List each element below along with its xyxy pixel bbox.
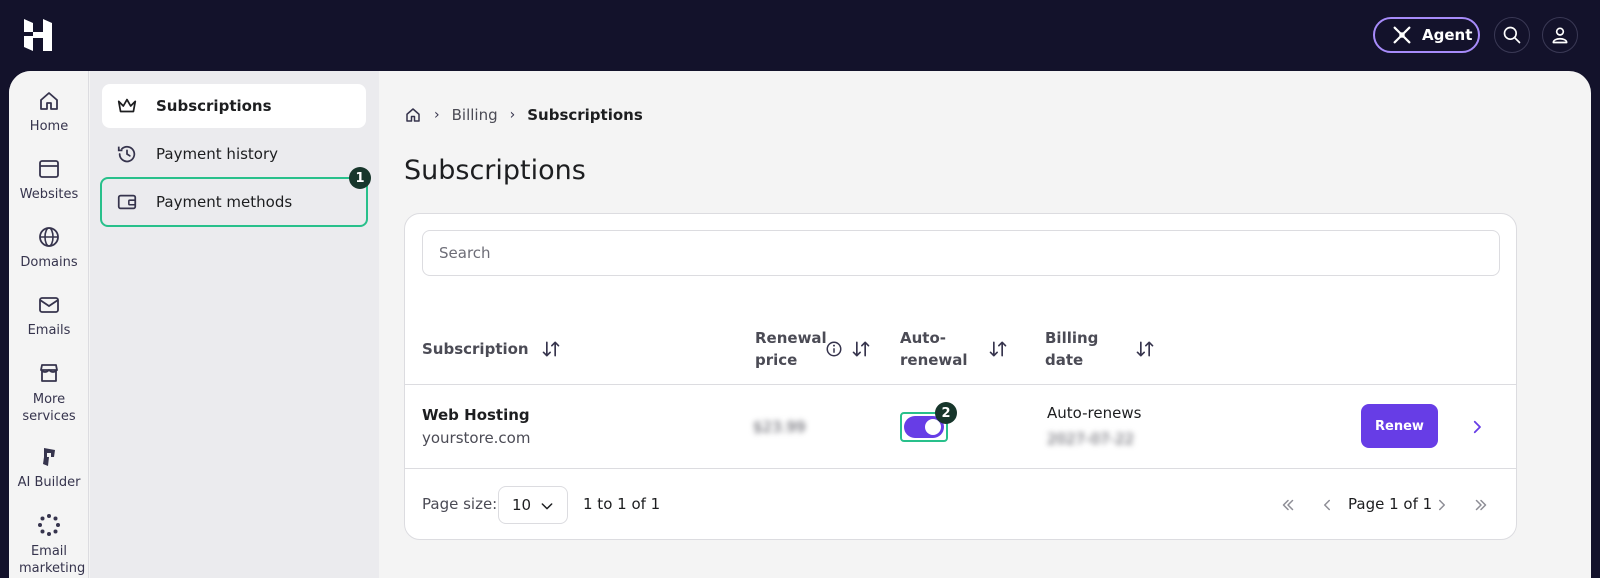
next-page-icon[interactable] — [1433, 496, 1451, 514]
divider — [405, 468, 1516, 469]
header-billing-date[interactable]: Billing date — [1045, 327, 1155, 371]
chevron-down-icon — [541, 503, 553, 510]
wallet-icon — [117, 194, 137, 210]
billing-date-value: 2027-07-22 — [1047, 430, 1135, 448]
globe-icon — [39, 227, 59, 247]
chevron-right-icon: › — [509, 107, 516, 123]
rail-item-emails[interactable]: Emails — [9, 293, 89, 338]
info-icon[interactable] — [825, 340, 843, 358]
breadcrumb: › Billing › Subscriptions — [404, 106, 643, 124]
user-icon — [1552, 27, 1568, 44]
range-text: 1 to 1 of 1 — [583, 495, 661, 513]
search-input[interactable] — [422, 230, 1500, 276]
breadcrumb-billing[interactable]: Billing — [452, 106, 498, 124]
store-icon — [40, 364, 58, 382]
page-size-select[interactable]: 10 — [498, 486, 568, 524]
home-icon[interactable] — [404, 106, 422, 124]
agent-label: Agent — [1422, 26, 1473, 44]
rail-item-home[interactable]: Home — [9, 89, 89, 134]
rail-item-websites[interactable]: Websites — [9, 157, 89, 202]
billing-submenu: Subscriptions Payment history Payment me… — [90, 71, 379, 578]
previous-page-icon[interactable] — [1318, 496, 1336, 514]
history-icon — [117, 145, 136, 163]
submenu-item-subscriptions[interactable]: Subscriptions — [102, 84, 366, 128]
marker-badge-2: 2 — [935, 402, 957, 424]
rail-item-domains[interactable]: Domains — [9, 225, 89, 270]
sort-icon[interactable] — [541, 339, 561, 359]
browser-window-icon — [39, 160, 59, 178]
page-title: Subscriptions — [404, 155, 586, 186]
page-indicator: Page 1 of 1 — [1348, 495, 1433, 513]
rail-item-more-services[interactable]: More services — [9, 361, 89, 425]
renew-button[interactable]: Renew — [1361, 404, 1438, 448]
header-subscription[interactable]: Subscription — [422, 338, 561, 360]
breadcrumb-current: Subscriptions — [527, 106, 643, 124]
crown-icon — [117, 98, 137, 113]
search-icon — [1503, 26, 1521, 44]
page-size-label: Page size: — [422, 495, 498, 513]
chevron-right-icon: › — [434, 107, 440, 123]
billing-status: Auto-renews — [1047, 404, 1142, 422]
submenu-item-payment-history[interactable]: Payment history — [102, 132, 366, 176]
ai-builder-icon — [43, 448, 55, 466]
loading-spinner-icon — [38, 514, 60, 536]
renewal-price-value: $23.99 — [753, 418, 806, 436]
header-renewal-price[interactable]: Renewal price — [755, 327, 871, 371]
first-page-icon[interactable] — [1279, 496, 1297, 514]
divider — [405, 384, 1516, 385]
account-button[interactable] — [1542, 17, 1578, 53]
subscription-domain: yourstore.com — [422, 429, 531, 447]
sort-icon[interactable] — [851, 339, 871, 359]
last-page-icon[interactable] — [1472, 496, 1490, 514]
rail-item-ai-builder[interactable]: AI Builder — [9, 445, 89, 490]
submenu-item-payment-methods[interactable]: Payment methods — [100, 177, 368, 227]
chevron-right-icon[interactable] — [1468, 418, 1486, 436]
subscription-name: Web Hosting — [422, 406, 530, 424]
home-icon — [40, 92, 58, 110]
sort-icon[interactable] — [1135, 339, 1155, 359]
sort-icon[interactable] — [988, 339, 1008, 359]
subscriptions-card: Subscription Renewal price Auto- renewal… — [404, 213, 1517, 540]
hostinger-logo[interactable] — [22, 18, 54, 52]
agent-button[interactable]: Agent — [1373, 17, 1480, 53]
envelope-icon — [39, 297, 59, 313]
nav-rail: Home Websites Domains Emails More servic… — [9, 71, 89, 578]
marker-badge-1: 1 — [349, 167, 371, 189]
search-button[interactable] — [1494, 17, 1530, 53]
header-auto-renewal[interactable]: Auto- renewal — [900, 327, 1008, 371]
agent-spark-icon — [1393, 26, 1411, 44]
rail-item-email-marketing[interactable]: Email marketing — [9, 513, 89, 577]
